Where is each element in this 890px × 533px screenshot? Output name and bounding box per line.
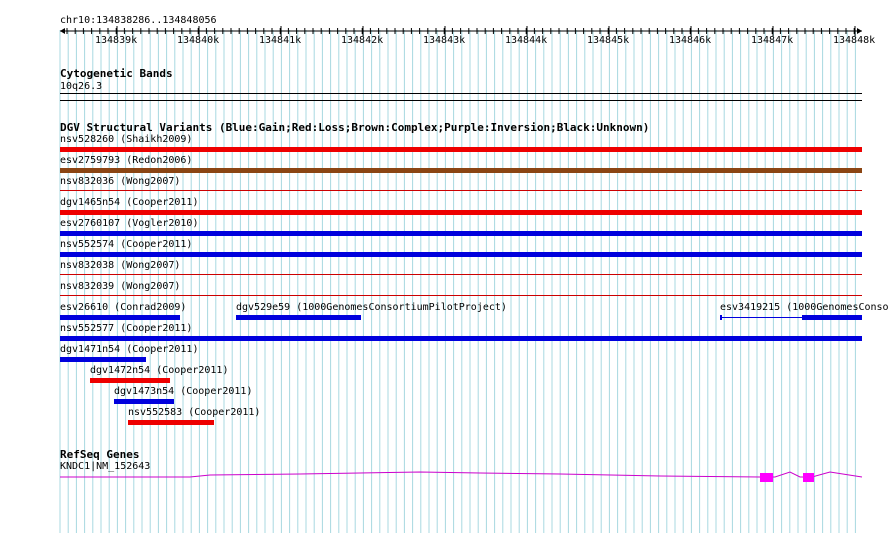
gene-exon-block[interactable] bbox=[803, 473, 814, 482]
refseq-gene-model[interactable] bbox=[0, 0, 890, 533]
gene-intron-line[interactable] bbox=[60, 471, 863, 478]
gene-exon-block[interactable] bbox=[760, 473, 773, 482]
genome-browser-view[interactable]: chr10:134838286..134848056 134839k 134840… bbox=[0, 0, 890, 533]
